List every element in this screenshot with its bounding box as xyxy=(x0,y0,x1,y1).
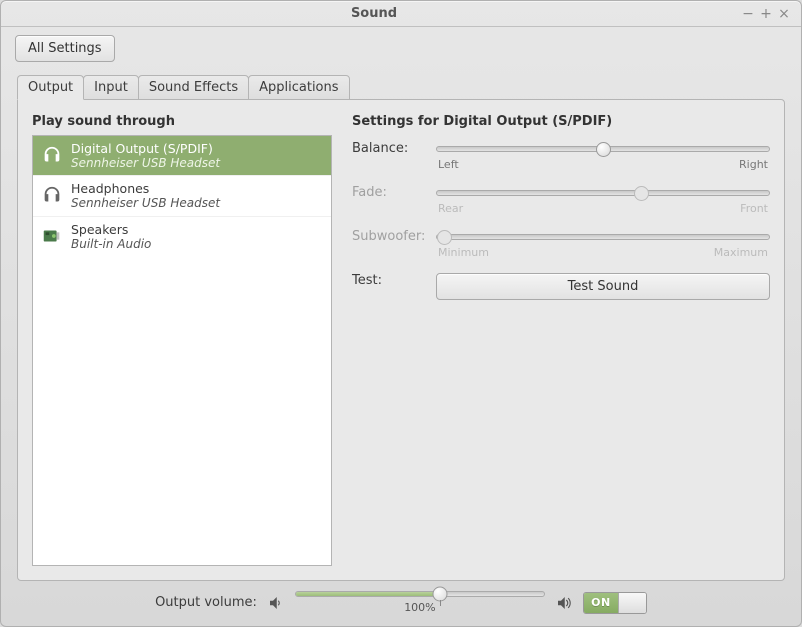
output-volume-percent: 100% xyxy=(404,601,435,614)
output-volume-bar: Output volume: 100% ON xyxy=(1,581,801,626)
headset-icon xyxy=(41,185,63,207)
fade-label: Fade: xyxy=(352,185,428,200)
sound-card-icon xyxy=(41,225,63,247)
device-sub: Sennheiser USB Headset xyxy=(71,196,220,210)
volume-high-icon xyxy=(555,594,573,612)
output-device-list[interactable]: Digital Output (S/PDIF) Sennheiser USB H… xyxy=(32,135,332,566)
tab-applications[interactable]: Applications xyxy=(248,75,349,100)
test-sound-button[interactable]: Test Sound xyxy=(436,273,770,300)
device-name: Speakers xyxy=(71,222,151,237)
balance-slider[interactable] xyxy=(436,146,770,152)
minimize-button[interactable]: − xyxy=(739,5,757,23)
device-headphones[interactable]: Headphones Sennheiser USB Headset xyxy=(33,176,331,216)
window-title: Sound xyxy=(9,6,739,21)
fade-slider xyxy=(436,190,770,196)
output-volume-slider[interactable] xyxy=(295,591,545,597)
maximize-button[interactable]: + xyxy=(757,5,775,23)
balance-right-label: Right xyxy=(739,158,768,171)
device-sub: Sennheiser USB Headset xyxy=(71,156,220,170)
device-name: Headphones xyxy=(71,181,220,196)
tab-output[interactable]: Output xyxy=(17,75,84,100)
subwoofer-slider xyxy=(436,234,770,240)
headset-icon xyxy=(41,145,63,167)
fade-row: Fade: Rear Front xyxy=(352,185,770,215)
device-name: Digital Output (S/PDIF) xyxy=(71,141,220,156)
device-sub: Built-in Audio xyxy=(71,237,151,251)
titlebar: Sound − + × xyxy=(1,1,801,27)
subwoofer-left-label: Minimum xyxy=(438,246,489,259)
toolbar: All Settings xyxy=(1,27,801,66)
subwoofer-right-label: Maximum xyxy=(714,246,768,259)
volume-low-icon xyxy=(267,594,285,612)
switch-knob xyxy=(618,593,646,613)
output-mute-switch[interactable]: ON xyxy=(583,592,647,614)
close-button[interactable]: × xyxy=(775,5,793,23)
play-through-header: Play sound through xyxy=(32,114,332,129)
test-label: Test: xyxy=(352,273,428,288)
settings-for-header: Settings for Digital Output (S/PDIF) xyxy=(352,114,770,129)
sound-settings-window: Sound − + × All Settings Output Input So… xyxy=(0,0,802,627)
output-volume-label: Output volume: xyxy=(155,595,257,610)
switch-on-label: ON xyxy=(584,593,618,613)
subwoofer-label: Subwoofer: xyxy=(352,229,428,244)
balance-label: Balance: xyxy=(352,141,428,156)
subwoofer-row: Subwoofer: Minimum Maximum xyxy=(352,229,770,259)
output-tab-panel: Play sound through Digital Output (S/PDI… xyxy=(17,99,785,581)
all-settings-button[interactable]: All Settings xyxy=(15,35,115,62)
tabs-row: Output Input Sound Effects Applications xyxy=(17,66,785,99)
device-speakers[interactable]: Speakers Built-in Audio xyxy=(33,217,331,256)
fade-left-label: Rear xyxy=(438,202,463,215)
tab-input[interactable]: Input xyxy=(83,75,139,100)
device-digital-output[interactable]: Digital Output (S/PDIF) Sennheiser USB H… xyxy=(33,136,331,176)
tab-sound-effects[interactable]: Sound Effects xyxy=(138,75,249,100)
balance-row: Balance: Left Right xyxy=(352,141,770,171)
balance-left-label: Left xyxy=(438,158,459,171)
fade-right-label: Front xyxy=(740,202,768,215)
test-row: Test: Test Sound xyxy=(352,273,770,300)
